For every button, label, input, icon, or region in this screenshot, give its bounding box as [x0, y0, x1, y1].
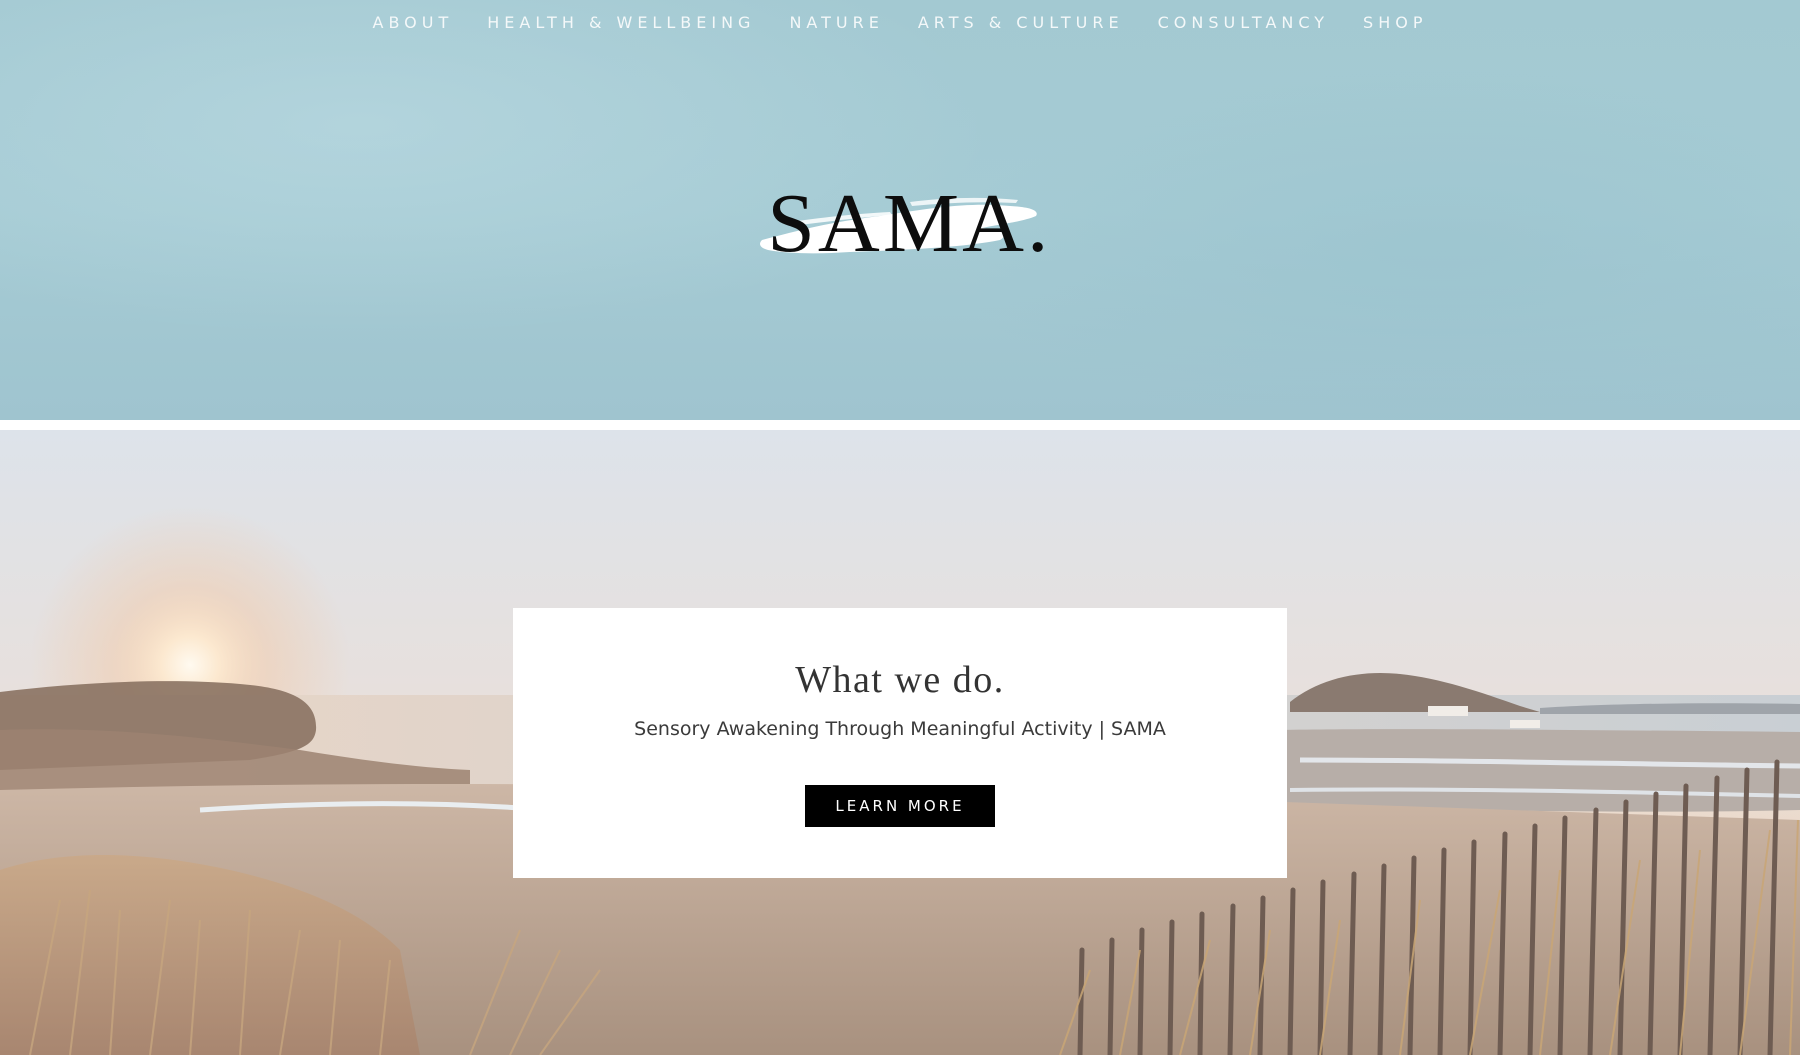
nav-item-about[interactable]: ABOUT — [373, 13, 454, 32]
card-title: What we do. — [795, 659, 1005, 701]
card-subtitle: Sensory Awakening Through Meaningful Act… — [634, 718, 1166, 740]
what-we-do-card: What we do. Sensory Awakening Through Me… — [513, 608, 1287, 878]
nav-item-shop[interactable]: SHOP — [1363, 13, 1427, 32]
nav-item-nature[interactable]: NATURE — [789, 13, 883, 32]
site-logo[interactable]: SAMA. — [760, 172, 1050, 272]
learn-more-button[interactable]: LEARN MORE — [805, 785, 995, 827]
nav-item-health-wellbeing[interactable]: HEALTH & WELLBEING — [487, 13, 755, 32]
main-nav: ABOUT HEALTH & WELLBEING NATURE ARTS & C… — [0, 0, 1800, 44]
nav-item-arts-culture[interactable]: ARTS & CULTURE — [918, 13, 1124, 32]
nav-item-consultancy[interactable]: CONSULTANCY — [1158, 13, 1329, 32]
section-divider — [0, 420, 1800, 430]
logo-text: SAMA. — [767, 177, 1052, 270]
hero-header: ABOUT HEALTH & WELLBEING NATURE ARTS & C… — [0, 0, 1800, 420]
